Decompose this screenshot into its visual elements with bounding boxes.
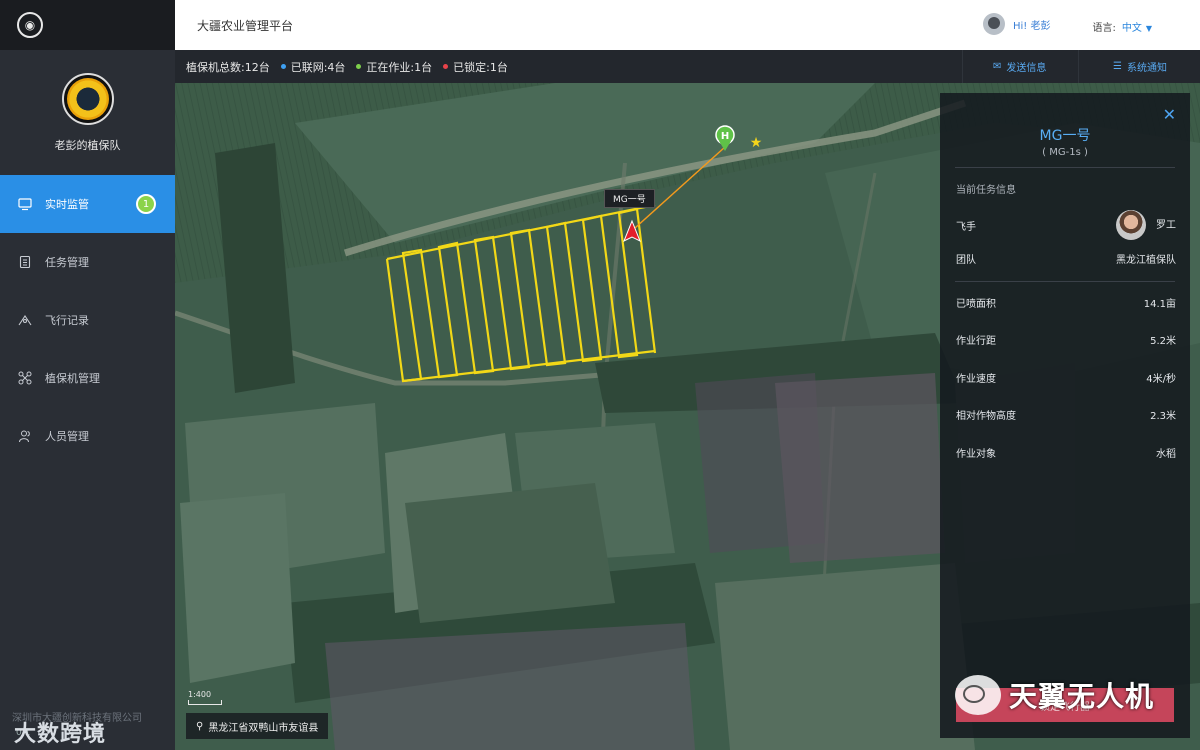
sidebar-item-label: 任务管理 xyxy=(45,256,89,269)
wechat-icon xyxy=(955,675,1001,715)
stat-online: 已联网:4台 xyxy=(280,59,346,75)
scale-bar xyxy=(188,700,222,705)
app-title: 大疆农业管理平台 xyxy=(197,18,294,33)
info-label: 作业行距 xyxy=(956,336,996,347)
info-value: 水稻 xyxy=(1156,449,1176,460)
home-marker-letter: H xyxy=(721,131,729,142)
drone-icon xyxy=(18,371,32,385)
clipboard-icon xyxy=(18,255,32,269)
stat-locked: 已锁定:1台 xyxy=(443,59,508,75)
info-row-speed: 作业速度 4米/秒 xyxy=(956,370,1176,385)
sidebar: ◉ 老彭的植保队 实时监管 1 任务管理 飞行记录 植保机管理 人员管理 深圳市… xyxy=(0,0,175,750)
watermark-text: 大数跨境 xyxy=(14,722,107,747)
map-scale-text: 1:400 xyxy=(188,690,212,699)
team-name: 老彭的植保队 xyxy=(54,138,121,152)
pilot-label: 飞手 xyxy=(956,221,976,233)
app-logo-icon[interactable]: ◉ xyxy=(17,12,43,38)
brand-watermark-text: 天翼无人机 xyxy=(1009,680,1155,713)
star-icon: ★ xyxy=(750,135,763,151)
close-icon[interactable]: ✕ xyxy=(1163,105,1176,124)
stat-total: 植保机总数:12台 xyxy=(186,59,270,75)
locked-dot-icon xyxy=(443,64,449,69)
info-label: 相对作物高度 xyxy=(956,411,1016,422)
user-greeting: Hi! 老彭 xyxy=(1013,20,1051,32)
brand-watermark: 天翼无人机 xyxy=(955,670,1185,720)
system-notice-button[interactable]: ☰ 系统通知 xyxy=(1078,50,1200,83)
sidebar-item-label: 人员管理 xyxy=(45,430,89,443)
flight-icon xyxy=(18,313,32,327)
status-bar: 植保机总数:12台 已联网:4台 正在作业:1台 已锁定:1台 ✉ 发送信息 ☰ 系… xyxy=(175,50,1200,83)
sidebar-item-people[interactable]: 人员管理 xyxy=(0,407,175,465)
divider xyxy=(955,167,1175,168)
team-block: 老彭的植保队 xyxy=(0,50,175,175)
team-value: 黑龙江植保队 xyxy=(1116,255,1176,266)
drone-info-panel: ✕ MG一号 ( MG-1s ) 当前任务信息 飞手 罗工 团队 黑龙江植保队 … xyxy=(940,93,1190,738)
info-row-area: 已喷面积 14.1亩 xyxy=(956,295,1176,310)
drone-label[interactable]: MG一号 xyxy=(604,189,655,208)
section-title: 当前任务信息 xyxy=(956,185,1016,196)
people-icon xyxy=(18,429,32,443)
drone-name: MG一号 xyxy=(1039,128,1091,144)
avatar xyxy=(983,13,1005,35)
info-value: 2.3米 xyxy=(1150,411,1176,422)
stat-working: 正在作业:1台 xyxy=(356,59,432,75)
sidebar-item-label: 植保机管理 xyxy=(45,372,100,385)
map-pin-icon: ⚲ xyxy=(196,720,204,732)
sidebar-item-tasks[interactable]: 任务管理 xyxy=(0,233,175,291)
drone-model: ( MG-1s ) xyxy=(1042,147,1088,158)
info-value: 5.2米 xyxy=(1150,336,1176,347)
list-icon: ☰ xyxy=(1113,61,1122,72)
info-label: 作业对象 xyxy=(956,449,996,460)
pilot-info: 罗工 xyxy=(1116,210,1176,240)
sidebar-item-label: 飞行记录 xyxy=(45,314,89,327)
online-dot-icon xyxy=(280,64,286,69)
sidebar-item-drones[interactable]: 植保机管理 xyxy=(0,349,175,407)
divider xyxy=(955,281,1175,282)
user-menu[interactable]: Hi! 老彭 xyxy=(983,13,1051,35)
map-scale: 1:400 xyxy=(188,690,222,705)
language-selector[interactable]: 语言: 中文 ▼ xyxy=(1092,19,1152,34)
monitor-icon xyxy=(18,197,32,211)
system-notice-label: 系统通知 xyxy=(1126,63,1167,74)
chevron-down-icon: ▼ xyxy=(1145,24,1152,33)
stat-working-text: 正在作业:1台 xyxy=(366,60,433,74)
send-message-label: 发送信息 xyxy=(1006,63,1047,74)
language-label: 语言: xyxy=(1092,23,1116,34)
top-header: 大疆农业管理平台 Hi! 老彭 语言: 中文 ▼ xyxy=(175,0,1200,50)
info-value: 14.1亩 xyxy=(1143,299,1176,310)
stat-locked-text: 已锁定:1台 xyxy=(453,60,508,74)
team-label: 团队 xyxy=(956,255,976,266)
notification-badge: 1 xyxy=(136,194,156,214)
app-window: ◉ 老彭的植保队 实时监管 1 任务管理 飞行记录 植保机管理 人员管理 深圳市… xyxy=(0,0,1200,750)
team-avatar xyxy=(61,72,114,125)
pilot-row: 飞手 罗工 xyxy=(956,209,1176,241)
sidebar-item-label: 实时监管 xyxy=(45,198,89,211)
pilot-avatar xyxy=(1116,210,1146,240)
stat-total-text: 植保机总数:12台 xyxy=(186,60,270,74)
team-row: 团队 黑龙江植保队 xyxy=(956,251,1176,266)
info-label: 作业速度 xyxy=(956,374,996,385)
sidebar-item-flight-records[interactable]: 飞行记录 xyxy=(0,291,175,349)
envelope-icon: ✉ xyxy=(993,61,1002,72)
info-row-spacing: 作业行距 5.2米 xyxy=(956,332,1176,347)
send-message-button[interactable]: ✉ 发送信息 xyxy=(962,50,1078,83)
pilot-name: 罗工 xyxy=(1156,220,1176,231)
info-value: 4米/秒 xyxy=(1146,374,1176,385)
location-label: ⚲ 黑龙江省双鸭山市友谊县 xyxy=(186,713,329,739)
location-text: 黑龙江省双鸭山市友谊县 xyxy=(208,722,319,734)
working-dot-icon xyxy=(356,64,362,69)
logo-bar: ◉ xyxy=(0,0,175,50)
language-value: 中文 xyxy=(1121,23,1142,34)
info-label: 已喷面积 xyxy=(956,299,996,310)
info-row-crop: 作业对象 水稻 xyxy=(956,445,1176,460)
info-row-height: 相对作物高度 2.3米 xyxy=(956,407,1176,422)
stat-online-text: 已联网:4台 xyxy=(290,60,346,74)
sidebar-item-realtime[interactable]: 实时监管 1 xyxy=(0,175,175,233)
